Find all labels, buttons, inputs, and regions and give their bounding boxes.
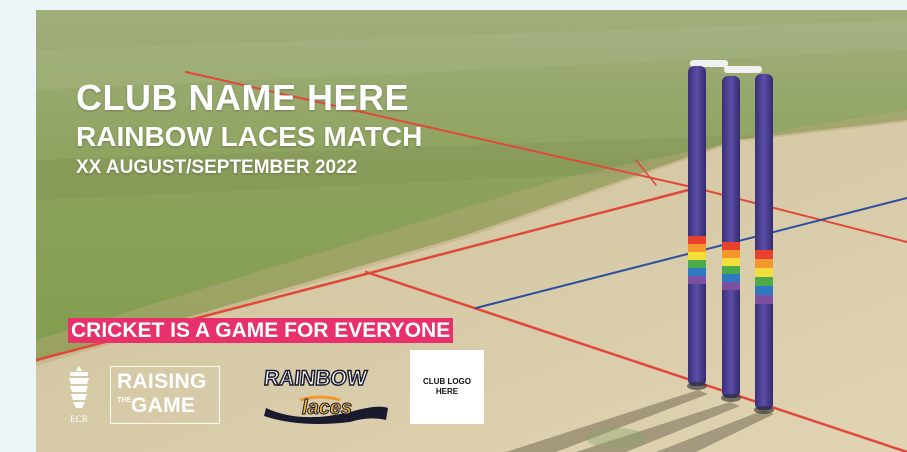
rainbow-band-right (755, 250, 773, 304)
poster-canvas: CLUB NAME HERE RAINBOW LACES MATCH XX AU… (36, 10, 907, 452)
match-title-heading: RAINBOW LACES MATCH (76, 121, 423, 152)
rainbow-band-middle (722, 242, 740, 290)
ecb-logo-text: ECB (70, 414, 88, 424)
laces-lettering: laces (302, 397, 353, 420)
ecb-logo: ECB (64, 364, 94, 424)
match-date: XX AUGUST/SEPTEMBER 2022 (76, 157, 358, 178)
ecb-crest-icon (69, 366, 89, 408)
rainbow-band-left (688, 236, 706, 284)
slogan-banner: CRICKET IS A GAME FOR EVERYONE (68, 318, 454, 343)
rainbow-laces-logo: RAINBOW laces (260, 364, 392, 426)
title-block: CLUB NAME HERE RAINBOW LACES MATCH XX AU… (76, 78, 422, 180)
raising-the-game-logo: RAISING THE GAME (110, 366, 220, 424)
raising-logo-bottom-text: GAME (131, 394, 196, 417)
club-name-heading: CLUB NAME HERE (76, 77, 410, 118)
laces-word: laces (302, 397, 352, 419)
raising-logo-the-text: THE (117, 397, 131, 404)
raising-logo-top-text: RAISING (117, 370, 207, 393)
club-logo-placeholder: CLUB LOGO HERE (410, 350, 484, 424)
cricket-stumps-icon (687, 60, 774, 414)
club-logo-text: CLUB LOGO HERE (423, 377, 471, 396)
